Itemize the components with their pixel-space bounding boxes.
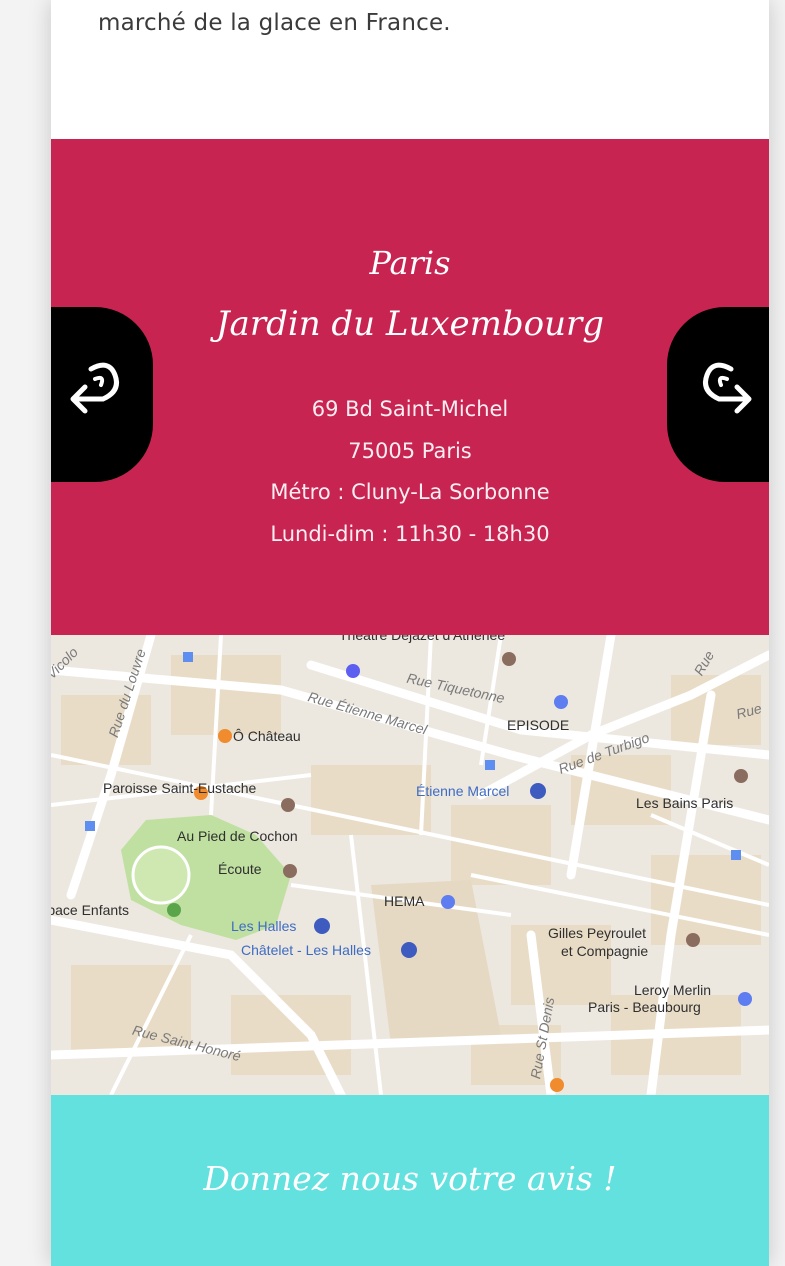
map-place-label: Leroy Merlin [634, 982, 712, 998]
map-place-label: Les Halles [231, 918, 297, 934]
shop-name: Jardin du Luxembourg [215, 304, 605, 344]
shop-city: Paris [369, 244, 451, 282]
map-place-label: Les Bains Paris [636, 795, 734, 811]
shop-hours: Lundi-dim : 11h30 - 18h30 [270, 521, 550, 546]
feedback-button[interactable]: Donnez nous votre avis ! [51, 1095, 769, 1266]
shop-metro: Métro : Cluny-La Sorbonne [270, 480, 550, 504]
intro-text: marché de la glace en France. [98, 10, 451, 36]
map-place-label: et Compagnie [561, 943, 649, 959]
map-place-label: Ô Château [233, 728, 301, 744]
shop-details: 69 Bd Saint-Michel 75005 Paris Métro : C… [51, 389, 769, 555]
map-place-label: Gilles Peyroulet [548, 925, 647, 941]
page-container: marché de la glace en France. Paris Jard… [51, 0, 769, 1266]
location-map[interactable]: Rue du Louvre Rue Étienne Marcel Rue Tiq… [51, 635, 769, 1095]
map-place-label: Espace Enfants [51, 902, 130, 918]
map-place-label: Théâtre Déjazet d'Athénée [339, 635, 506, 643]
map-place-label: Paris - Beaubourg [588, 999, 701, 1015]
intro-section: marché de la glace en France. [51, 0, 769, 139]
map-place-label: Châtelet - Les Halles [241, 942, 371, 958]
map-place-label: Au Pied de Cochon [177, 828, 298, 844]
map-place-label: EPISODE [507, 717, 570, 733]
map-place-label: Écoute [218, 861, 262, 877]
shop-carousel: Paris Jardin du Luxembourg 69 Bd Saint-M… [51, 139, 769, 635]
map-canvas [51, 635, 769, 1095]
shop-address: 69 Bd Saint-Michel [311, 397, 509, 421]
map-place-label: Paroisse Saint-Eustache [103, 780, 257, 796]
map-place-label: Étienne Marcel [416, 783, 510, 799]
map-place-label: HEMA [384, 893, 425, 909]
feedback-label: Donnez nous votre avis ! [203, 1159, 617, 1198]
shop-postcode: 75005 Paris [348, 438, 472, 463]
